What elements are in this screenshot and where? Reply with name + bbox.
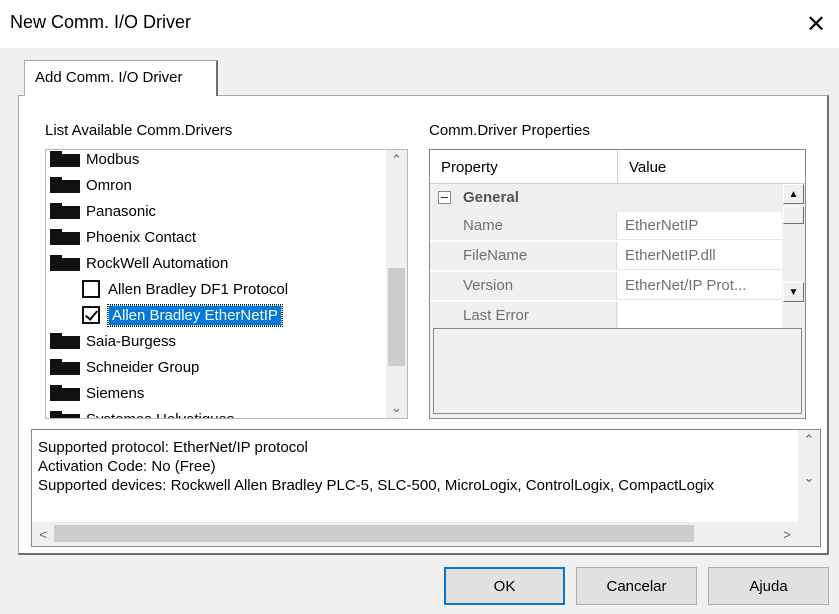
list-item-label: Siemens (86, 384, 145, 402)
list-item[interactable]: Omron (50, 172, 132, 198)
help-button[interactable]: Ajuda (708, 567, 829, 605)
scroll-corner (798, 522, 820, 546)
scroll-right-icon[interactable]: > (776, 524, 798, 544)
column-header-property[interactable]: Property (430, 150, 618, 184)
driver-list-scrollbar[interactable]: ⌃ ⌄ (386, 150, 407, 418)
scroll-up-icon[interactable]: ⌃ (386, 150, 407, 170)
property-name-cell: Last Error (430, 302, 617, 330)
folder-icon (50, 229, 80, 245)
grid-scroll-thumb[interactable] (783, 206, 804, 224)
info-vertical-scrollbar[interactable]: ⌃ ⌄ (798, 430, 820, 522)
property-row[interactable]: Version EtherNet/IP Prot... (430, 272, 782, 300)
property-value-cell[interactable] (618, 302, 782, 330)
property-name: Last Error (463, 307, 529, 324)
list-item[interactable]: Modbus (50, 150, 139, 172)
list-item-label: Allen Bradley EtherNetIP (107, 303, 283, 327)
folder-icon (50, 203, 80, 219)
tab-add-comm-driver[interactable]: Add Comm. I/O Driver (24, 60, 218, 96)
grid-header: Property Value (430, 150, 805, 184)
list-item-label: Modbus (86, 150, 140, 168)
list-item[interactable]: RockWell Automation (50, 250, 228, 276)
driver-list-viewport: Modbus Omron Panasonic Phoenix Contact RockW… (46, 150, 386, 418)
property-name: Version (463, 277, 514, 294)
list-item[interactable]: Panasonic (50, 198, 156, 224)
folder-icon (50, 385, 80, 401)
property-name-cell: Version (430, 272, 617, 300)
category-row-general[interactable]: General (430, 184, 782, 212)
scroll-thumb[interactable] (388, 268, 405, 366)
grid-scroll-up-icon[interactable]: ▲ (783, 184, 804, 204)
drivers-heading: List Available Comm.Drivers (45, 122, 233, 139)
property-value: EtherNetIP.dll (625, 247, 716, 264)
category-label: General (463, 189, 519, 206)
list-item-label: Phoenix Contact (86, 228, 197, 246)
list-item[interactable]: Saia-Burgess (50, 328, 176, 354)
horizontal-scroll-thumb[interactable] (54, 525, 694, 542)
folder-icon (50, 333, 80, 349)
folder-icon (50, 177, 80, 193)
property-name-cell: Name (430, 212, 617, 240)
column-header-value[interactable]: Value (618, 150, 805, 184)
close-icon[interactable]: ✕ (793, 0, 839, 48)
property-value: EtherNet/IP Prot... (625, 277, 747, 294)
folder-icon (50, 151, 80, 167)
property-name: FileName (463, 247, 528, 264)
checkbox-icon[interactable] (82, 280, 100, 298)
collapse-icon[interactable] (438, 191, 451, 204)
properties-heading: Comm.Driver Properties (429, 122, 590, 139)
cancel-button[interactable]: Cancelar (576, 567, 697, 605)
list-item-label: Panasonic (86, 202, 157, 220)
info-line: Supported protocol: EtherNet/IP protocol (38, 439, 308, 456)
driver-info-text: Supported protocol: EtherNet/IP protocol… (38, 438, 790, 508)
property-value-cell[interactable]: EtherNetIP (618, 212, 782, 240)
folder-icon (50, 411, 80, 418)
property-grid-scrollbar[interactable]: ▲ ▼ (782, 184, 805, 302)
info-horizontal-scrollbar[interactable]: < > (32, 522, 798, 546)
property-row[interactable]: Name EtherNetIP (430, 212, 782, 240)
driver-list[interactable]: Modbus Omron Panasonic Phoenix Contact RockW… (45, 149, 408, 419)
property-value-cell[interactable]: EtherNet/IP Prot... (618, 272, 782, 300)
list-item-label: Omron (86, 176, 132, 194)
folder-icon (50, 255, 80, 271)
info-scroll-down-icon[interactable]: ⌄ (798, 468, 820, 488)
list-item[interactable]: Phoenix Contact (50, 224, 196, 250)
scroll-down-icon[interactable]: ⌄ (386, 398, 407, 418)
list-item[interactable]: Siemens (50, 380, 144, 406)
property-value: EtherNetIP (625, 217, 699, 234)
property-value-cell[interactable]: EtherNetIP.dll (618, 242, 782, 270)
property-description (433, 328, 802, 414)
info-line: Supported devices: Rockwell Allen Bradle… (38, 477, 715, 494)
list-item[interactable]: Allen Bradley DF1 Protocol (82, 276, 288, 302)
list-item-label: Schneider Group (86, 358, 200, 376)
list-item[interactable]: Schneider Group (50, 354, 199, 380)
property-name-cell: FileName (430, 242, 617, 270)
info-scroll-up-icon[interactable]: ⌃ (798, 430, 820, 450)
list-item[interactable]: Systemes Helvetiques (50, 406, 234, 418)
property-name: Name (463, 217, 504, 234)
property-table: Property Value General Name EtherNetIP Fil… (430, 150, 805, 330)
window-title: New Comm. I/O Driver (10, 12, 192, 32)
checkbox-icon[interactable] (82, 306, 100, 324)
list-item[interactable]: Allen Bradley EtherNetIP (82, 302, 283, 328)
title-bar: New Comm. I/O Driver ✕ (0, 0, 839, 48)
property-row[interactable]: Last Error (430, 302, 782, 330)
scroll-left-icon[interactable]: < (32, 524, 54, 544)
list-item-label: Saia-Burgess (86, 332, 177, 350)
ok-button[interactable]: OK (444, 567, 565, 605)
property-grid: Property Value General Name EtherNetIP Fil… (429, 149, 806, 419)
list-item-label: Allen Bradley DF1 Protocol (108, 280, 289, 298)
grid-scroll-down-icon[interactable]: ▼ (783, 282, 804, 302)
driver-info-box[interactable]: Supported protocol: EtherNet/IP protocol… (31, 429, 821, 547)
list-item-label: Systemes Helvetiques (86, 411, 234, 419)
dialog-window: New Comm. I/O Driver ✕ Add Comm. I/O Dri… (0, 0, 839, 614)
info-line: Activation Code: No (Free) (38, 458, 216, 475)
folder-icon (50, 359, 80, 375)
tab-panel: List Available Comm.Drivers Modbus Omron P… (18, 95, 829, 555)
list-item-label: RockWell Automation (86, 254, 229, 272)
property-row[interactable]: FileName EtherNetIP.dll (430, 242, 782, 270)
